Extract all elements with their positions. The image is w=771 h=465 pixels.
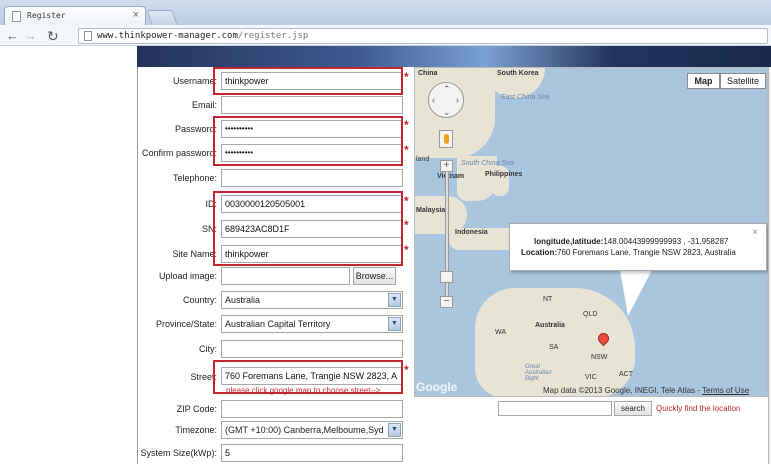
province-label: Province/State: (155, 319, 217, 329)
map-label-great-australian-bight: Great Australian Bight (525, 364, 552, 382)
zoom-in-button[interactable]: + (440, 160, 453, 172)
map-label-vic: VIC (585, 374, 597, 381)
forward-arrow-icon[interactable]: → (24, 28, 37, 43)
province-row: Province/State: Australian Capital Terri… (138, 312, 413, 336)
zip-input[interactable] (221, 400, 403, 418)
telephone-input[interactable] (221, 169, 403, 187)
nav-bar: ← → ↻ www.thinkpower-manager.com/registe… (0, 25, 771, 46)
header-banner (137, 46, 771, 67)
chevron-down-icon: ▼ (388, 317, 401, 331)
page-icon (84, 31, 92, 41)
map-copyright: Map data ©2013 Google, INEGI, Tele Atlas… (543, 386, 750, 395)
email-row: Email: (138, 93, 413, 117)
system-size-row: System Size(kWp): 5 (138, 441, 413, 465)
city-row: City: (138, 337, 413, 361)
map-label-land-edge: land (416, 156, 430, 163)
required-mark: * (404, 218, 409, 232)
map-label-nt: NT (543, 296, 553, 303)
search-button[interactable]: search (614, 401, 652, 416)
city-label: City: (199, 344, 217, 354)
info-location: Location:760 Foremans Lane, Trangie NSW … (521, 248, 736, 257)
new-tab-button[interactable] (146, 10, 178, 25)
required-mark: * (404, 243, 409, 257)
chevron-down-icon: ▼ (388, 423, 401, 437)
country-row: Country: Australia ▼ (138, 288, 413, 312)
map-label-south-china-sea: South China Sea (461, 160, 514, 167)
map-label-philippines: Philippines (485, 171, 523, 178)
map-label-malaysia: Malaysia (416, 207, 446, 214)
pan-up-icon[interactable]: ⌃ (443, 84, 451, 95)
chevron-down-icon: ▼ (388, 293, 401, 307)
url-text: www.thinkpower-manager.com/register.jsp (97, 31, 309, 41)
timezone-label: Timezone: (175, 425, 217, 435)
country-select[interactable]: Australia ▼ (221, 291, 403, 309)
city-input[interactable] (221, 340, 403, 358)
province-select[interactable]: Australian Capital Territory ▼ (221, 315, 403, 333)
upload-file-input[interactable] (221, 267, 350, 285)
back-arrow-icon[interactable]: ← (6, 28, 19, 43)
pan-left-icon[interactable]: ‹ (432, 95, 435, 105)
map-label-indonesia: Indonesia (455, 229, 488, 236)
browser-tab[interactable]: Register × (4, 6, 146, 25)
map-label-china: China (418, 70, 438, 77)
street-view-pegman-icon[interactable] (439, 130, 453, 148)
tab-title: Register (27, 11, 66, 20)
map-label-wa: WA (495, 329, 507, 336)
google-logo: Google (416, 380, 458, 394)
confirm-password-label: Confirm password: (141, 148, 217, 158)
close-tab-icon[interactable]: × (133, 9, 139, 21)
system-size-label: System Size(kWp): (140, 448, 217, 458)
address-bar[interactable]: www.thinkpower-manager.com/register.jsp (78, 28, 768, 44)
search-hint: Quickly find the location (656, 404, 741, 413)
terms-link[interactable]: Terms of Use (702, 386, 749, 395)
username-label: Username: (172, 76, 217, 86)
pan-down-icon[interactable]: ⌄ (443, 107, 451, 118)
street-highlight (213, 360, 403, 394)
pan-right-icon[interactable]: › (456, 95, 459, 105)
required-mark: * (404, 70, 409, 84)
map-label-sa: SA (549, 344, 559, 351)
username-highlight (213, 67, 403, 95)
email-input[interactable] (221, 96, 403, 114)
info-coordinates: longitude,latitude:148.00443999999993 , … (534, 237, 729, 246)
map-label-vietnam: Vietnam (437, 173, 465, 180)
location-search-input[interactable] (498, 401, 612, 416)
password-highlight (213, 116, 403, 166)
reload-icon[interactable]: ↻ (47, 28, 59, 45)
map-label-australia: Australia (535, 322, 565, 329)
zoom-handle[interactable] (440, 271, 453, 283)
map-label-qld: QLD (583, 311, 598, 318)
telephone-row: Telephone: (138, 166, 413, 190)
country-label: Country: (182, 295, 217, 305)
device-highlight (213, 191, 403, 266)
map-type-map-button[interactable]: Map (687, 73, 720, 89)
map-label-south-korea: South Korea (497, 70, 539, 77)
map-label-east-china-sea: East China Sea (501, 94, 550, 101)
close-icon[interactable]: × (752, 227, 758, 238)
password-label: Password: (174, 124, 217, 134)
map-type-satellite-button[interactable]: Satellite (720, 73, 766, 89)
timezone-select[interactable]: (GMT +10:00) Canberra,Melboume,Syd ▼ (221, 421, 403, 439)
site-name-label: Site Name: (172, 249, 217, 259)
zip-label: ZIP Code: (176, 404, 217, 414)
page-icon (12, 11, 21, 22)
browse-button[interactable]: Browse... (353, 267, 396, 285)
map-info-window: longitude,latitude:148.00443999999993 , … (509, 223, 767, 271)
system-size-input[interactable]: 5 (221, 444, 403, 462)
map-label-nsw: NSW (591, 354, 608, 361)
required-mark: * (404, 118, 409, 132)
zoom-out-button[interactable]: − (440, 296, 453, 308)
telephone-label: Telephone: (172, 173, 217, 183)
required-mark: * (404, 363, 409, 377)
timezone-row: Timezone: (GMT +10:00) Canberra,Melboume… (138, 418, 413, 442)
upload-label: Upload image: (158, 271, 217, 281)
upload-row: Upload image: Browse... (138, 264, 413, 288)
required-mark: * (404, 143, 409, 157)
email-label: Email: (191, 100, 217, 110)
map-label-act: ACT (619, 371, 633, 378)
required-mark: * (404, 194, 409, 208)
info-window-tail (620, 270, 652, 316)
map-pan-control[interactable]: ⌃ ⌄ ‹ › (428, 82, 464, 118)
tab-bar: Register × (0, 0, 771, 25)
